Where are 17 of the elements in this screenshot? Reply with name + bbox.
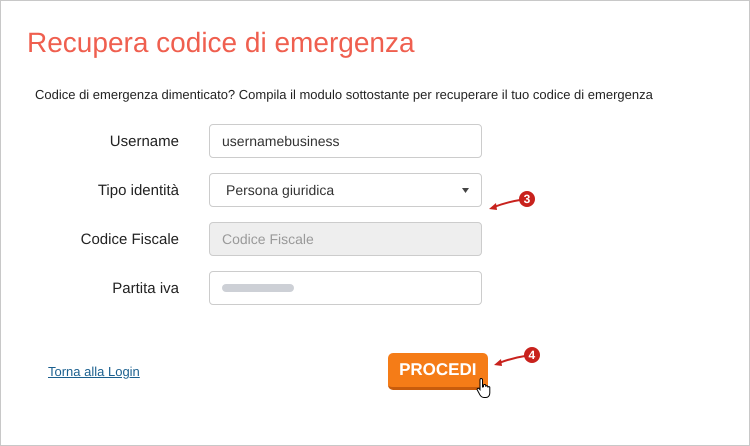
field-label: Partita iva xyxy=(111,280,179,296)
back-to-login-link[interactable]: Torna alla Login xyxy=(48,364,140,379)
step-badge: 4 xyxy=(524,347,540,363)
input-field[interactable]: usernamebusiness xyxy=(209,124,482,158)
arrow-icon xyxy=(489,197,521,211)
description-text: Codice di emergenza dimenticato? Compila il modulo sottostante per recuperare il tuo codice di emergenza xyxy=(35,87,654,102)
field-label: Codice Fiscale xyxy=(80,230,179,248)
field-label: Username xyxy=(108,132,179,150)
arrow-icon xyxy=(494,353,526,367)
caret-icon xyxy=(462,188,469,192)
input-field[interactable] xyxy=(209,271,482,305)
redacted-value-icon xyxy=(222,283,294,293)
hand-cursor-icon xyxy=(476,377,492,399)
select-field[interactable]: Persona giuridica xyxy=(209,173,482,207)
step-badge: 3 xyxy=(519,191,535,207)
page-title: Recupera codice di emergenza xyxy=(27,27,416,59)
field-label: Tipo identità xyxy=(96,182,179,198)
